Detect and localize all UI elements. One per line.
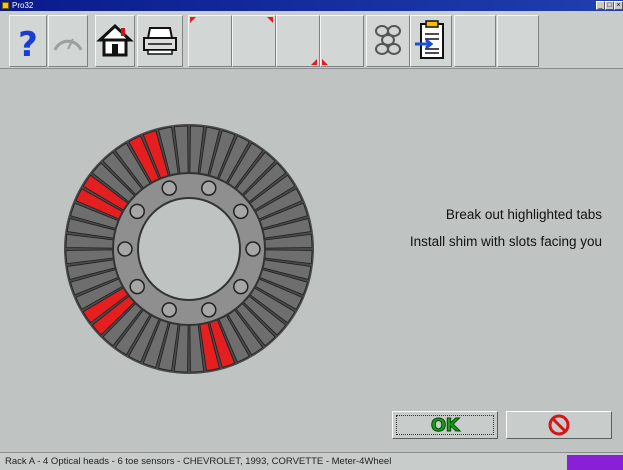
ok-button[interactable]: OK [392,411,498,439]
red-bottom-markers-icon [311,59,317,65]
red-corner-marker-icon [267,17,273,23]
close-icon[interactable]: × [614,1,623,10]
svg-text:?: ? [18,25,38,65]
bolt-hole [117,241,133,257]
no-entry-icon [548,414,570,436]
status-accent [567,455,623,470]
bolt-hole [233,203,249,220]
status-bar: Rack A - 4 Optical heads - 6 toe sensors… [0,452,623,470]
shim-center-hole [137,197,241,301]
bolt-hole [129,203,145,220]
instruction-break-tabs: Break out highlighted tabs [445,207,602,222]
report-button[interactable] [410,15,452,67]
work-area: Break out highlighted tabs Install shim … [9,71,623,464]
printer-icon [143,27,177,55]
link-chain-icon [375,25,401,55]
gauge-button[interactable] [48,15,88,67]
title-bar: Pro32 _ □ × [0,0,623,11]
app-icon [2,2,9,9]
window-title: Pro32 [12,1,34,10]
blank-button-1[interactable] [188,15,232,67]
print-button[interactable] [137,15,183,67]
gauge-icon [53,38,83,51]
red-bottom-markers-icon [322,59,328,65]
toolbar: ? [0,11,623,69]
bolt-hole [201,180,217,196]
bolt-hole [161,180,177,196]
instruction-install-shim: Install shim with slots facing you [409,234,602,249]
home-button[interactable] [95,15,135,67]
minimize-icon[interactable]: _ [596,1,605,10]
bolt-hole [245,241,261,257]
blank-button-4[interactable] [320,15,364,67]
ok-button-focus: OK [396,414,494,436]
bolt-hole [233,278,249,295]
house-icon [96,23,134,57]
blank-button-5[interactable] [454,15,496,67]
red-corner-marker-icon [190,17,196,23]
shim-diagram [64,124,314,374]
bolt-hole [201,302,217,318]
blank-button-3[interactable] [276,15,320,67]
bolt-hole [129,278,145,295]
maximize-icon[interactable]: □ [605,1,614,10]
question-mark-icon: ? [18,25,38,65]
cancel-button[interactable] [506,411,612,439]
blank-button-2[interactable] [232,15,276,67]
help-button[interactable]: ? [9,15,47,67]
blank-button-6[interactable] [497,15,539,67]
clipboard-icon [415,20,444,59]
ok-label: OK [430,414,460,436]
specs-button[interactable] [366,15,410,67]
bolt-hole [161,302,177,318]
status-text: Rack A - 4 Optical heads - 6 toe sensors… [5,456,392,467]
